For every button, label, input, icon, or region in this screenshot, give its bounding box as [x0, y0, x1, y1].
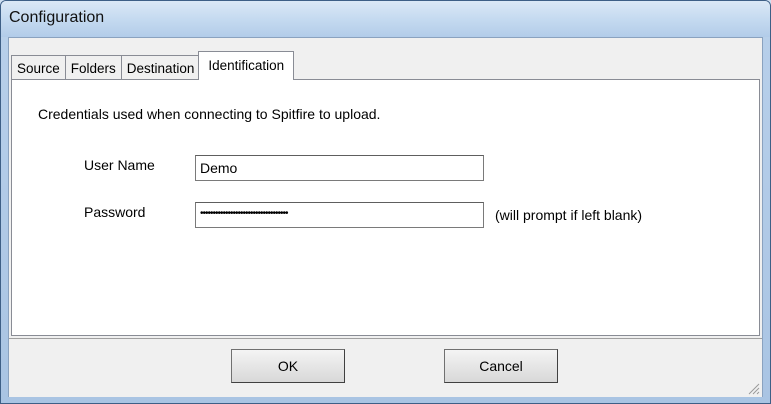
- password-hint: (will prompt if left blank): [495, 207, 643, 223]
- username-input[interactable]: [195, 155, 484, 181]
- password-label: Password: [84, 204, 146, 220]
- cancel-button[interactable]: Cancel: [444, 349, 558, 383]
- username-label: User Name: [84, 157, 155, 173]
- title-bar[interactable]: Configuration: [1, 1, 770, 37]
- ok-button[interactable]: OK: [231, 349, 345, 383]
- tab-source[interactable]: Source: [11, 55, 65, 80]
- window-title: Configuration: [9, 9, 105, 26]
- dialog-client-area: Source Folders Destination Identificatio…: [8, 37, 763, 397]
- identification-panel: Credentials used when connecting to Spit…: [11, 79, 760, 336]
- credentials-description: Credentials used when connecting to Spit…: [38, 106, 381, 122]
- size-grip-icon[interactable]: [746, 381, 760, 395]
- tab-destination[interactable]: Destination: [120, 55, 200, 80]
- configuration-window: Configuration Source Folders Destination…: [0, 0, 771, 404]
- tab-folders[interactable]: Folders: [64, 55, 121, 80]
- tab-strip: Source Folders Destination Identificatio…: [11, 51, 295, 80]
- tab-identification[interactable]: Identification: [198, 51, 295, 80]
- dialog-button-bar: OK Cancel: [9, 338, 762, 397]
- password-input[interactable]: •••••••••••••••••••••••••••••••••••: [195, 202, 484, 228]
